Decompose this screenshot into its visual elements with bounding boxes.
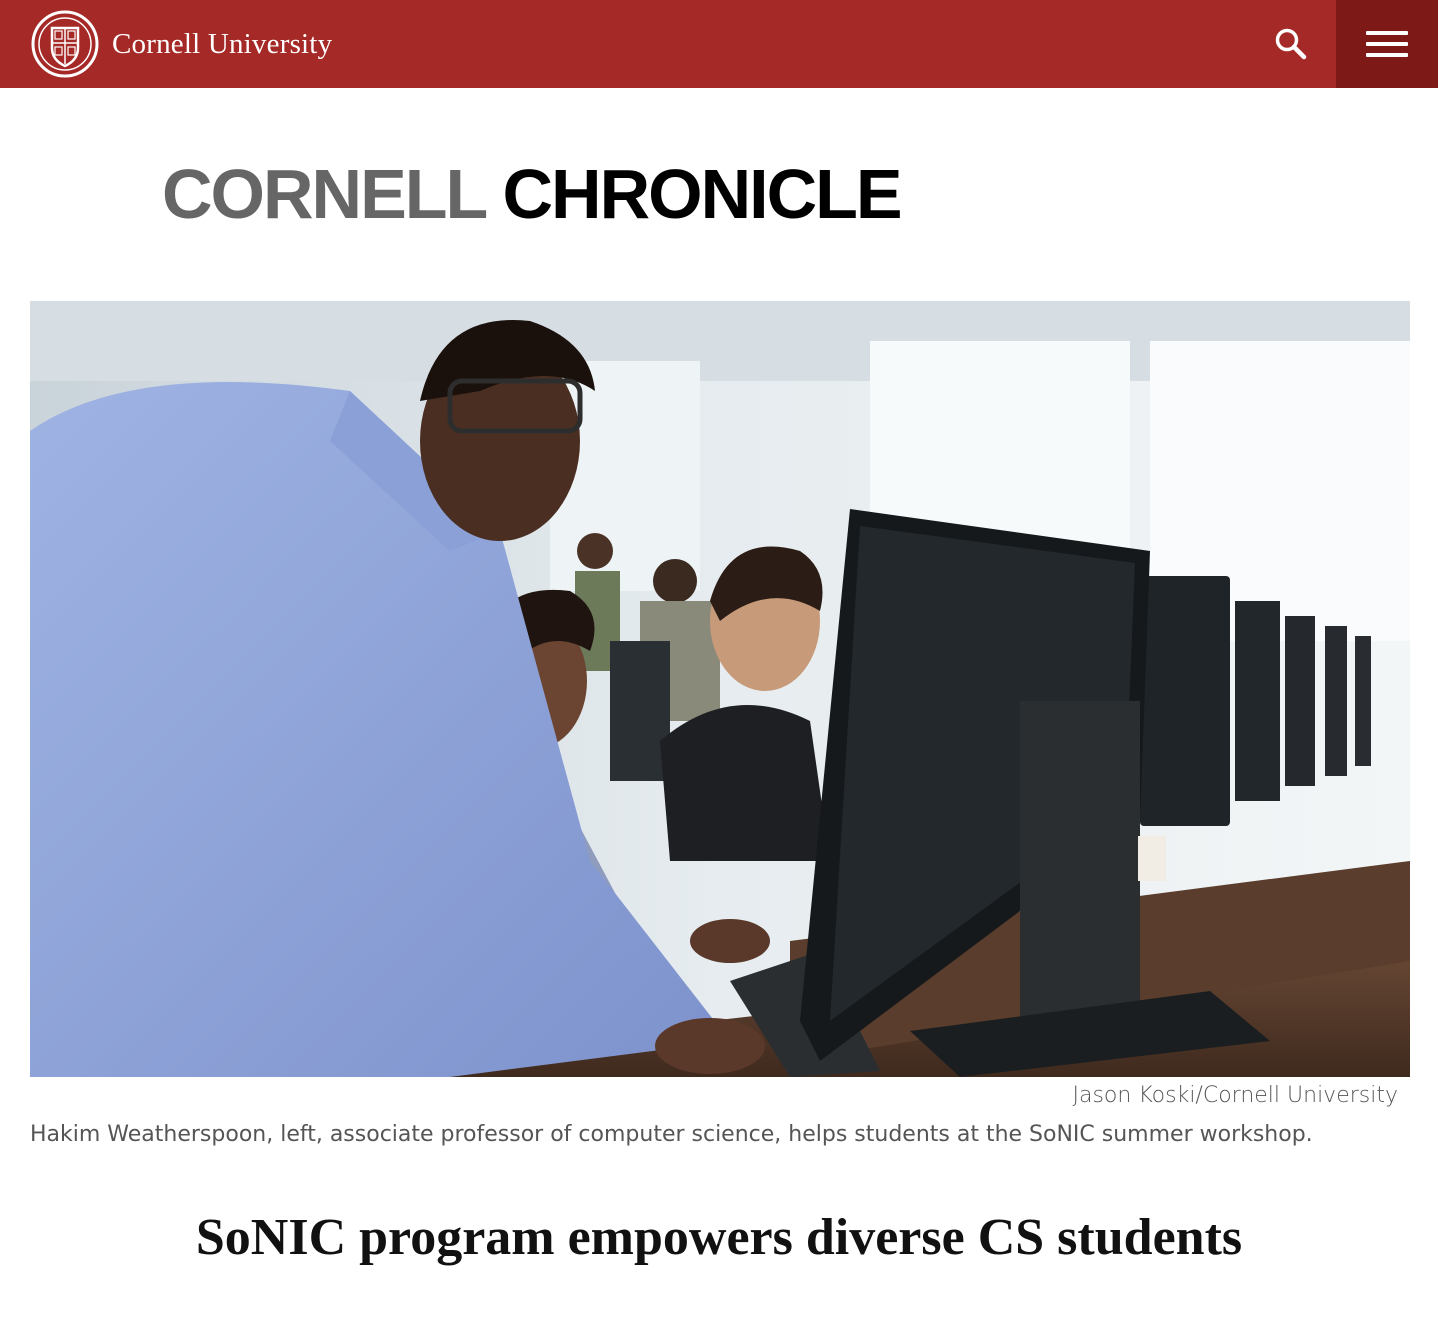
search-icon bbox=[1275, 28, 1307, 60]
cornell-chronicle-masthead[interactable]: CORNELL CHRONICLE bbox=[162, 152, 903, 236]
article-headline: SoNIC program empowers diverse CS studen… bbox=[195, 1209, 1243, 1266]
photo-credit: Jason Koski/Cornell University bbox=[1072, 1083, 1399, 1108]
search-button[interactable] bbox=[1246, 0, 1336, 88]
site-header: Cornell University bbox=[0, 0, 1438, 88]
cornell-seal-icon bbox=[31, 10, 99, 78]
masthead-word-cornell: CORNELL bbox=[162, 155, 487, 233]
masthead-word-chronicle: CHRONICLE bbox=[502, 155, 903, 233]
hamburger-menu-icon bbox=[1366, 29, 1408, 59]
menu-button[interactable] bbox=[1336, 0, 1438, 88]
cornell-logo-link[interactable]: Cornell University bbox=[30, 10, 332, 78]
university-name: Cornell University bbox=[112, 27, 333, 60]
hero-photo bbox=[30, 301, 1410, 1077]
photo-caption: Hakim Weatherspoon, left, associate prof… bbox=[30, 1122, 1313, 1147]
